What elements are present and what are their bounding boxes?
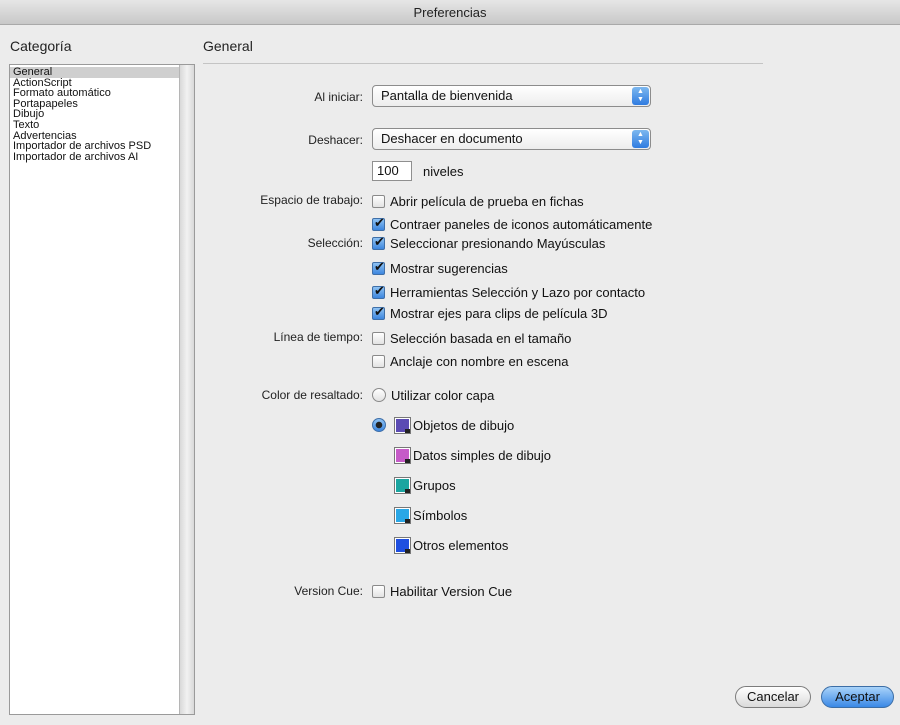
- other-elements-swatch[interactable]: [394, 536, 411, 554]
- selection-option-contact-tools[interactable]: ✔ Herramientas Selección y Lazo por cont…: [372, 283, 645, 301]
- category-heading: Categoría: [10, 38, 72, 54]
- on-start-popup[interactable]: Pantalla de bienvenida ▲ ▼: [372, 85, 651, 107]
- selection-option-3d-axes[interactable]: ✔ Mostrar ejes para clips de película 3D: [372, 304, 608, 322]
- symbols-label: Símbolos: [413, 507, 468, 523]
- primitive-drawing-label: Datos simples de dibujo: [413, 447, 552, 463]
- section-heading: General: [203, 38, 253, 54]
- layer-color-label: Utilizar color capa: [391, 387, 495, 403]
- highlight-row-groups: Grupos: [394, 476, 456, 494]
- test-movie-tabs-checkbox[interactable]: ✔: [372, 194, 385, 208]
- shift-select-label: Seleccionar presionando Mayúsculas: [390, 235, 606, 251]
- undo-popup[interactable]: Deshacer en documento ▲ ▼: [372, 128, 651, 150]
- test-movie-tabs-label: Abrir película de prueba en fichas: [390, 193, 584, 209]
- cancel-button[interactable]: Cancelar: [735, 686, 811, 708]
- named-anchor-checkbox[interactable]: ✔: [372, 354, 385, 368]
- preferences-window: Preferencias Categoría General General A…: [0, 0, 900, 725]
- highlight-label: Color de resaltado:: [261, 388, 363, 402]
- timeline-option-size-selection[interactable]: ✔ Selección basada en el tamaño: [372, 329, 571, 347]
- symbols-swatch[interactable]: [394, 506, 411, 524]
- updown-arrows-icon: ▲ ▼: [632, 87, 649, 105]
- timeline-option-named-anchor[interactable]: ✔ Anclaje con nombre en escena: [372, 352, 569, 370]
- highlight-row-other: Otros elementos: [394, 536, 508, 554]
- workspace-option-test-movie-tabs[interactable]: ✔ Abrir película de prueba en fichas: [372, 192, 584, 210]
- tooltips-checkbox[interactable]: ✔: [372, 259, 385, 275]
- heading-divider: [203, 63, 763, 64]
- contact-tools-checkbox[interactable]: ✔: [372, 283, 385, 299]
- highlight-row-symbols: Símbolos: [394, 506, 467, 524]
- drawing-objects-label: Objetos de dibujo: [413, 417, 515, 433]
- updown-arrows-icon: ▲ ▼: [632, 130, 649, 148]
- 3d-axes-label: Mostrar ejes para clips de película 3D: [390, 305, 608, 321]
- tooltips-label: Mostrar sugerencias: [390, 260, 508, 276]
- custom-color-radio[interactable]: [372, 418, 386, 432]
- undo-value: Deshacer en documento: [381, 131, 523, 146]
- category-item-general[interactable]: General: [10, 67, 180, 78]
- undo-label: Deshacer:: [308, 133, 363, 147]
- version-cue-option-label: Habilitar Version Cue: [390, 583, 513, 599]
- drawing-objects-swatch[interactable]: [394, 416, 411, 434]
- layer-color-radio[interactable]: [372, 388, 386, 402]
- named-anchor-label: Anclaje con nombre en escena: [390, 353, 569, 369]
- highlight-row-primitive: Datos simples de dibujo: [394, 446, 551, 464]
- version-cue-checkbox[interactable]: ✔: [372, 584, 385, 598]
- category-item-text[interactable]: Texto: [10, 120, 180, 131]
- highlight-option-layer-color[interactable]: Utilizar color capa: [372, 386, 494, 404]
- groups-swatch[interactable]: [394, 476, 411, 494]
- workspace-label: Espacio de trabajo:: [260, 193, 363, 207]
- contact-tools-label: Herramientas Selección y Lazo por contac…: [390, 284, 646, 300]
- groups-label: Grupos: [413, 477, 456, 493]
- workspace-option-collapse-panels[interactable]: ✔ Contraer paneles de iconos automáticam…: [372, 215, 652, 233]
- timeline-label: Línea de tiempo:: [273, 330, 363, 344]
- category-item-ai-importer[interactable]: Importador de archivos AI: [10, 151, 180, 163]
- category-items: General ActionScript Formato automático …: [10, 67, 180, 162]
- collapse-panels-label: Contraer paneles de iconos automáticamen…: [390, 216, 653, 232]
- undo-levels-field[interactable]: 100: [372, 161, 412, 181]
- on-start-label: Al iniciar:: [314, 90, 363, 104]
- size-selection-checkbox[interactable]: ✔: [372, 331, 385, 345]
- version-cue-label: Version Cue:: [294, 584, 363, 598]
- other-elements-label: Otros elementos: [413, 537, 509, 553]
- accept-button[interactable]: Aceptar: [821, 686, 894, 708]
- window-title: Preferencias: [0, 0, 900, 25]
- selection-option-shift-select[interactable]: ✔ Seleccionar presionando Mayúsculas: [372, 234, 605, 252]
- on-start-value: Pantalla de bienvenida: [381, 88, 513, 103]
- primitive-drawing-swatch[interactable]: [394, 446, 411, 464]
- selection-label: Selección:: [307, 236, 363, 250]
- version-cue-option[interactable]: ✔ Habilitar Version Cue: [372, 582, 512, 600]
- selection-option-tooltips[interactable]: ✔ Mostrar sugerencias: [372, 259, 508, 277]
- 3d-axes-checkbox[interactable]: ✔: [372, 304, 385, 320]
- size-selection-label: Selección basada en el tamaño: [390, 330, 572, 346]
- highlight-option-custom[interactable]: Objetos de dibujo: [372, 416, 514, 434]
- collapse-panels-checkbox[interactable]: ✔: [372, 215, 385, 231]
- shift-select-checkbox[interactable]: ✔: [372, 234, 385, 250]
- undo-levels-label: niveles: [423, 164, 464, 179]
